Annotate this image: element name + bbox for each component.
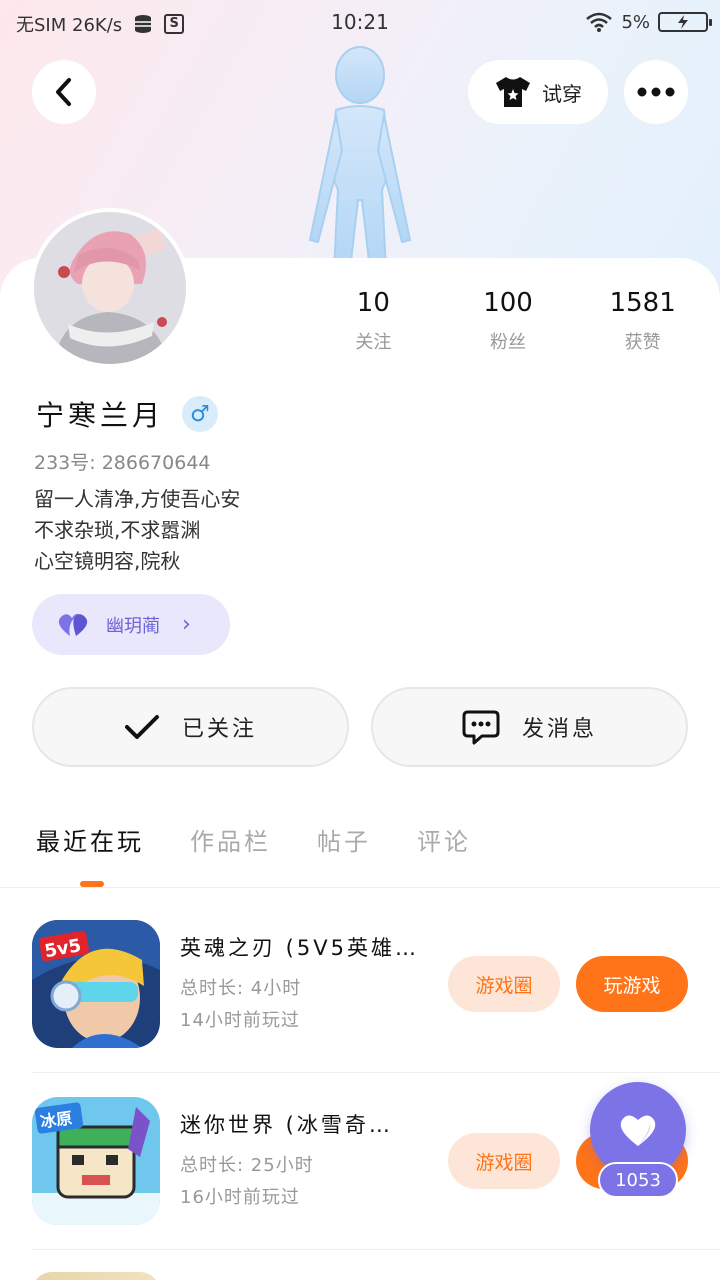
more-dots-icon <box>637 87 675 97</box>
stat-label: 关注 <box>355 332 392 353</box>
battery-percent: 5% <box>621 11 650 33</box>
send-message-button[interactable]: 发消息 <box>371 687 688 767</box>
avatar-figure-illustration <box>308 46 412 271</box>
stat-value: 100 <box>483 288 533 318</box>
chat-bubble-icon <box>462 710 500 745</box>
try-on-label: 试穿 <box>542 81 582 106</box>
avatar-illustration <box>34 212 186 364</box>
stat-likes[interactable]: 1581 获赞 <box>575 288 710 354</box>
stat-label: 获赞 <box>624 332 661 353</box>
profile-stats: 10 关注 100 粉丝 1581 获赞 <box>306 288 710 354</box>
tab-comments[interactable]: 评论 <box>417 822 471 857</box>
profile-tabs: 最近在玩 作品栏 帖子 评论 <box>36 822 471 857</box>
status-bar: 无SIM 26K/s S 10:21 5% <box>0 0 720 44</box>
heart-badge-icon <box>58 613 88 636</box>
bio-line: 留一人清净,方使吾心安 <box>34 487 241 511</box>
game-circle-button[interactable]: 游戏圈 <box>448 956 560 1012</box>
chevron-left-icon <box>56 78 71 106</box>
tab-recent-played[interactable]: 最近在玩 <box>36 822 144 857</box>
row-divider <box>32 1072 720 1073</box>
game-icon-miniworld[interactable]: 冰原 <box>32 1097 160 1225</box>
game-title: 英魂之刃 (5V5英雄… <box>180 936 419 960</box>
game-title: 迷你世界 (冰雪奇… <box>180 1113 393 1137</box>
avatar[interactable] <box>30 208 190 368</box>
bio-line: 心空镜明容,院秋 <box>34 549 181 573</box>
user-id: 233号: 286670644 <box>34 452 211 474</box>
chevron-right-icon: › <box>182 612 191 637</box>
game-list-item[interactable]: 5v5 英魂之刃 (5V5英雄… 总时长: 4小时 14小时前玩过 游戏圈 玩游… <box>32 920 720 1080</box>
like-count-badge: 1053 <box>598 1162 678 1198</box>
game-duration: 总时长: 25小时 <box>180 1155 314 1176</box>
more-options-button[interactable] <box>624 60 688 124</box>
guild-label: 幽玥蔺 <box>106 615 160 637</box>
user-bio: 留一人清净,方使吾心安 不求杂琐,不求嚣渊 心空镜明容,院秋 <box>34 484 240 577</box>
game-icon-yinghun[interactable]: 5v5 <box>32 920 160 1048</box>
back-button[interactable] <box>32 60 96 124</box>
tabs-divider <box>0 887 720 888</box>
game-last-played: 14小时前玩过 <box>180 1010 300 1031</box>
try-on-button[interactable]: 试穿 <box>468 60 608 124</box>
send-message-label: 发消息 <box>521 717 597 742</box>
game-last-played: 16小时前玩过 <box>180 1187 300 1208</box>
tshirt-icon <box>496 77 530 107</box>
checkmark-icon <box>124 715 159 739</box>
next-game-icon-peek[interactable] <box>32 1272 160 1280</box>
name-row: 宁寒兰月 ♂ <box>36 394 219 434</box>
battery-icon <box>658 12 712 32</box>
male-gender-icon: ♂ <box>182 396 219 432</box>
game-duration: 总时长: 4小时 <box>180 978 302 999</box>
stat-followers[interactable]: 100 粉丝 <box>441 288 576 354</box>
guild-badge-button[interactable]: 幽玥蔺 › <box>32 594 230 655</box>
stat-label: 粉丝 <box>490 332 526 353</box>
row-divider <box>32 1249 720 1250</box>
game-circle-button[interactable]: 游戏圈 <box>448 1133 560 1189</box>
tab-posts[interactable]: 帖子 <box>317 822 371 857</box>
tab-works[interactable]: 作品栏 <box>190 822 271 857</box>
wifi-icon <box>586 12 613 32</box>
followed-label: 已关注 <box>181 717 257 742</box>
user-name: 宁寒兰月 <box>36 399 165 432</box>
stat-value: 1581 <box>609 288 676 318</box>
heart-icon <box>620 1115 656 1146</box>
stat-value: 10 <box>356 288 390 318</box>
play-game-button[interactable]: 玩游戏 <box>576 956 688 1012</box>
followed-button[interactable]: 已关注 <box>32 687 349 767</box>
bio-line: 不求杂琐,不求嚣渊 <box>34 518 201 542</box>
stat-following[interactable]: 10 关注 <box>306 288 441 354</box>
